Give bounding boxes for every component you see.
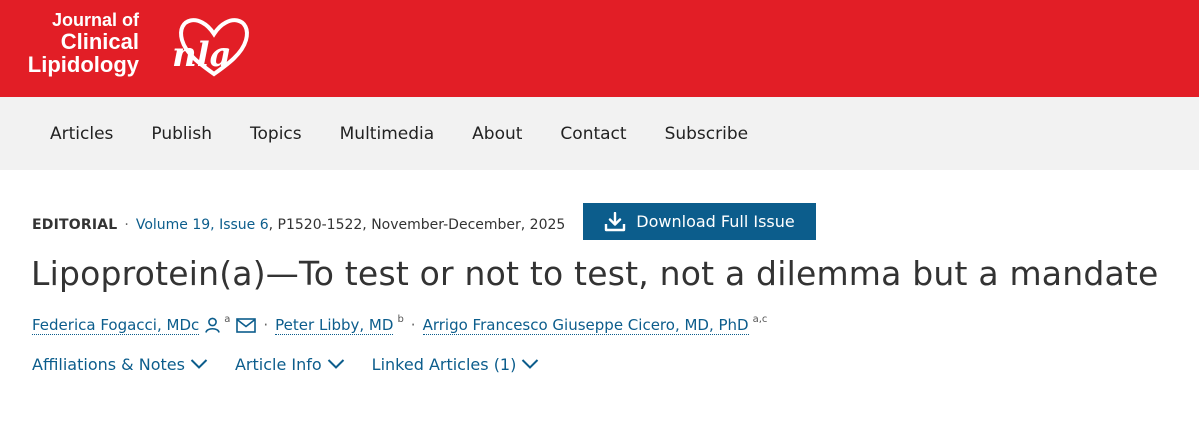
journal-logo-text[interactable]: Journal of Clinical Lipidology — [14, 11, 139, 76]
article-type: EDITORIAL — [32, 217, 118, 233]
download-icon — [605, 211, 626, 231]
chevron-down-icon — [522, 359, 539, 369]
author-list: Federica Fogacci, MDc a · Peter Libby, M… — [32, 312, 767, 338]
affiliations-notes-toggle[interactable]: Affiliations & Notes — [32, 355, 208, 374]
journal-name-line-3: Lipidology — [27, 52, 139, 77]
author-affiliation-sup: b — [397, 313, 404, 325]
toggle-label: Article Info — [234, 354, 322, 374]
nav-item-multimedia[interactable]: Multimedia — [340, 124, 435, 144]
article-title: Lipoprotein(a)—To test or not to test, n… — [31, 254, 1159, 293]
pages-date: , P1520-1522, November-December, 2025 — [268, 217, 566, 233]
nav-item-articles[interactable]: Articles — [50, 124, 113, 144]
nav-item-contact[interactable]: Contact — [560, 124, 626, 144]
author-separator: · — [410, 316, 416, 334]
person-icon[interactable] — [205, 317, 221, 333]
nav-item-topics[interactable]: Topics — [250, 124, 302, 144]
author-link-cicero[interactable]: Arrigo Francesco Giuseppe Cicero, MD, Ph… — [422, 316, 749, 335]
nav-item-subscribe[interactable]: Subscribe — [665, 124, 749, 144]
toggle-label: Affiliations & Notes — [32, 354, 185, 374]
linked-articles-toggle[interactable]: Linked Articles (1) — [372, 355, 540, 374]
journal-name-line-1: Journal of — [51, 10, 139, 30]
author-affiliation-sup: a,c — [752, 313, 768, 325]
author-separator: · — [263, 316, 269, 334]
nav-list: Articles Publish Topics Multimedia About… — [50, 97, 786, 170]
envelope-icon[interactable] — [236, 317, 257, 333]
article-info-toggles: Affiliations & Notes Article Info Linked… — [32, 352, 566, 376]
site-header: Journal of Clinical Lipidology nla — [0, 0, 1199, 97]
volume-issue-link[interactable]: Volume 19, Issue 6 — [136, 217, 269, 233]
nav-item-publish[interactable]: Publish — [151, 124, 212, 144]
main-nav: Articles Publish Topics Multimedia About… — [0, 97, 1199, 170]
author-affiliation-sup: a — [224, 313, 231, 325]
chevron-down-icon — [190, 359, 208, 369]
nav-item-about[interactable]: About — [472, 124, 522, 144]
download-button-label: Download Full Issue — [636, 212, 795, 231]
meta-separator: · — [124, 217, 129, 233]
nla-logo[interactable]: nla — [170, 10, 260, 78]
toggle-label: Linked Articles (1) — [371, 354, 517, 374]
chevron-down-icon — [327, 359, 344, 369]
journal-name-line-2: Clinical — [60, 29, 139, 54]
nla-logo-text: nla — [172, 35, 232, 75]
author-link-libby[interactable]: Peter Libby, MD — [275, 316, 394, 335]
download-full-issue-button[interactable]: Download Full Issue — [583, 203, 816, 240]
article-meta: EDITORIAL · Volume 19, Issue 6 , P1520-1… — [32, 214, 565, 236]
author-link-fogacci[interactable]: Federica Fogacci, MDc — [32, 316, 200, 335]
article-info-toggle[interactable]: Article Info — [235, 355, 345, 374]
